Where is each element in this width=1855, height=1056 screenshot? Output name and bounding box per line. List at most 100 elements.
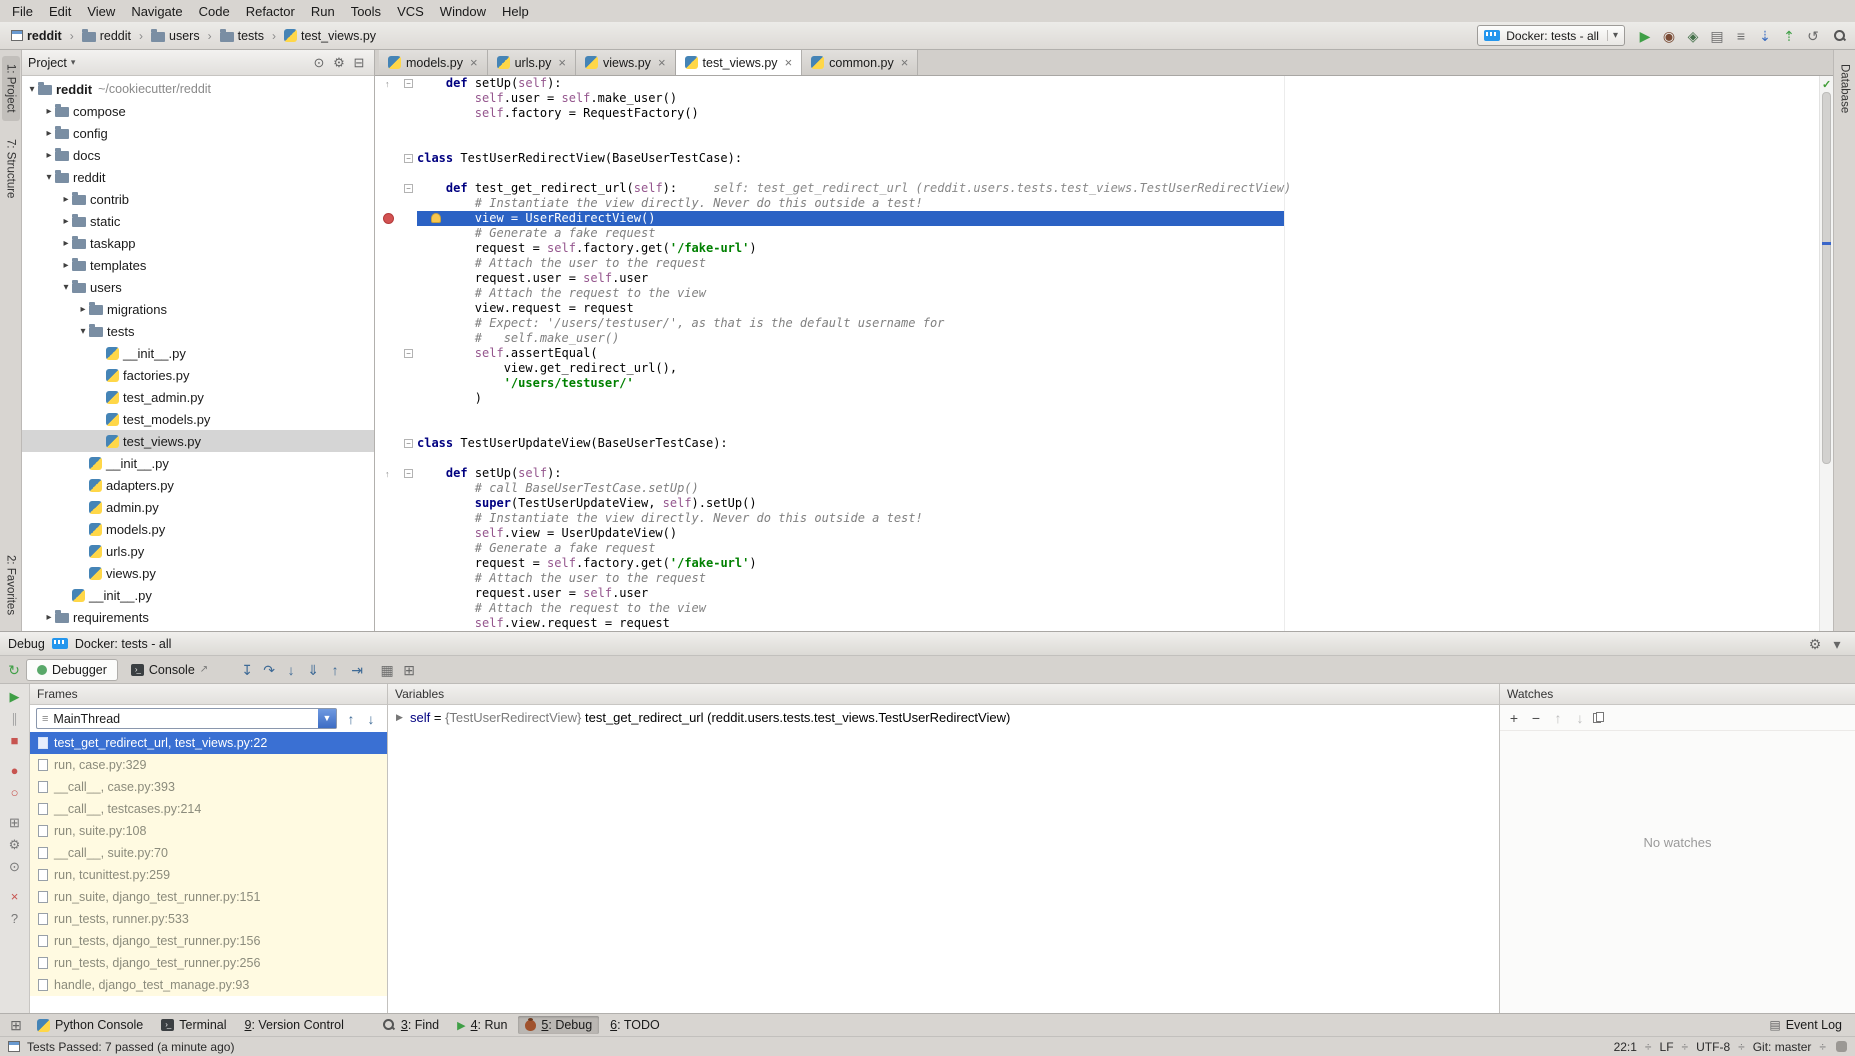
tree-item-contrib[interactable]: ▸contrib [22, 188, 374, 210]
tree-item-models-py[interactable]: models.py [22, 518, 374, 540]
editor-tab-urls-py[interactable]: urls.py× [488, 50, 576, 75]
gutter-cell[interactable] [375, 271, 417, 286]
pause-icon[interactable]: ∥ [5, 710, 25, 727]
tree-toggle-icon[interactable]: ▾ [77, 326, 89, 337]
vcs-update-icon[interactable]: ⇣ [1755, 26, 1775, 46]
next-frame-icon[interactable]: ↓ [361, 709, 381, 729]
frame-item[interactable]: run_tests, django_test_runner.py:256 [30, 952, 387, 974]
gutter-cell[interactable] [375, 451, 417, 466]
add-watch-icon[interactable]: + [1504, 708, 1524, 728]
tree-toggle-icon[interactable]: ▸ [77, 304, 89, 315]
run-icon[interactable]: ▶ [1635, 26, 1655, 46]
tree-toggle-icon[interactable]: ▾ [43, 172, 55, 183]
duplicate-watch-icon[interactable] [1592, 711, 1605, 724]
override-marker-icon[interactable]: ↑ [385, 467, 390, 482]
tree-item-test-models-py[interactable]: test_models.py [22, 408, 374, 430]
editor-tab-views-py[interactable]: views.py× [576, 50, 676, 75]
gutter-cell[interactable] [375, 196, 417, 211]
tool-strip-button-7-structure[interactable]: 7: Structure [2, 131, 20, 206]
frame-item[interactable]: run_tests, django_test_runner.py:156 [30, 930, 387, 952]
tab-debugger[interactable]: Debugger [26, 659, 118, 681]
show-execution-point-icon[interactable]: ↧ [237, 660, 257, 680]
tool-strip-button-database[interactable]: Database [1836, 56, 1854, 121]
toolwindow-button-4-run[interactable]: ▶4: Run [450, 1016, 514, 1034]
tree-item-test-views-py[interactable]: test_views.py [22, 430, 374, 452]
status-widget-22-1[interactable]: 22:1 [1610, 1040, 1641, 1054]
toolwindow-button-3-find[interactable]: 3: Find [375, 1016, 446, 1034]
frame-item[interactable]: handle, django_test_manage.py:93 [30, 974, 387, 996]
menu-item-help[interactable]: Help [494, 2, 537, 21]
inspections-profile-icon[interactable] [1836, 1041, 1847, 1052]
breadcrumb-item-test-views-py[interactable]: test_views.py [281, 28, 379, 44]
tree-toggle-icon[interactable]: ▸ [43, 150, 55, 161]
hide-panel-icon[interactable]: ▾ [1827, 634, 1847, 654]
tree-toggle-icon[interactable]: ▸ [43, 128, 55, 139]
gutter-cell[interactable]: − [375, 346, 417, 361]
tree-item-compose[interactable]: ▸compose [22, 100, 374, 122]
toolwindow-button-9-version-control[interactable]: 9: Version Control [238, 1016, 351, 1034]
tree-item-urls-py[interactable]: urls.py [22, 540, 374, 562]
settings-gear-icon[interactable]: ⚙ [5, 836, 25, 853]
gutter-cell[interactable] [375, 211, 417, 226]
history-icon[interactable]: ↺ [1803, 26, 1823, 46]
fold-icon[interactable]: − [404, 439, 413, 448]
stop-icon[interactable]: ■ [5, 732, 25, 749]
gutter-cell[interactable]: − [375, 436, 417, 451]
gutter-cell[interactable] [375, 601, 417, 616]
gutter-cell[interactable] [375, 571, 417, 586]
tree-item-migrations[interactable]: ▸migrations [22, 298, 374, 320]
close-icon[interactable]: × [5, 888, 25, 905]
step-out-icon[interactable]: ↑ [325, 660, 345, 680]
menu-item-tools[interactable]: Tools [343, 2, 389, 21]
toolwindow-button-event-log[interactable]: ▤Event Log [1762, 1016, 1849, 1034]
tree-item-config[interactable]: ▸config [22, 122, 374, 144]
gutter-cell[interactable] [375, 541, 417, 556]
tree-item-docs[interactable]: ▸docs [22, 144, 374, 166]
override-marker-icon[interactable]: ↑ [385, 77, 390, 92]
tree-item-factories-py[interactable]: factories.py [22, 364, 374, 386]
move-watch-down-icon[interactable]: ↓ [1570, 708, 1590, 728]
tree-item-init-py[interactable]: __init__.py [22, 452, 374, 474]
tree-item-init-py[interactable]: __init__.py [22, 342, 374, 364]
frame-item[interactable]: __call__, suite.py:70 [30, 842, 387, 864]
help-icon[interactable]: ? [5, 910, 25, 927]
gutter-cell[interactable] [375, 301, 417, 316]
gutter-cell[interactable] [375, 526, 417, 541]
gutter-cell[interactable] [375, 121, 417, 136]
editor-tab-models-py[interactable]: models.py× [379, 50, 488, 75]
tab-console[interactable]: Console↗ [120, 659, 219, 681]
fold-icon[interactable]: − [404, 349, 413, 358]
tool-strip-button-2-favorites[interactable]: 2: Favorites [2, 547, 20, 623]
tree-item-adapters-py[interactable]: adapters.py [22, 474, 374, 496]
editor-tab-common-py[interactable]: common.py× [802, 50, 918, 75]
close-tab-icon[interactable]: × [658, 55, 666, 70]
menu-item-view[interactable]: View [79, 2, 123, 21]
close-tab-icon[interactable]: × [558, 55, 566, 70]
restore-layout-icon[interactable]: ⊞ [5, 814, 25, 831]
gutter-cell[interactable]: − [375, 181, 417, 196]
tree-item-users[interactable]: ▾users [22, 276, 374, 298]
gutter-cell[interactable]: − [375, 151, 417, 166]
error-stripe-mark[interactable] [1822, 242, 1831, 245]
pin-icon[interactable]: ⊙ [5, 858, 25, 875]
gutter-cell[interactable] [375, 226, 417, 241]
gutter-cell[interactable] [375, 241, 417, 256]
collapse-all-icon[interactable]: ⊟ [350, 53, 368, 73]
status-widget-utf-8[interactable]: UTF-8 [1692, 1040, 1734, 1054]
resume-icon[interactable]: ▶ [5, 688, 25, 705]
frame-item[interactable]: __call__, testcases.py:214 [30, 798, 387, 820]
tree-toggle-icon[interactable]: ▸ [60, 260, 72, 271]
gutter-cell[interactable] [375, 391, 417, 406]
step-over-icon[interactable]: ↷ [259, 660, 279, 680]
toolwindow-switcher-icon[interactable]: ⊞ [6, 1015, 26, 1035]
debug-bug-icon[interactable]: ◉ [1659, 26, 1679, 46]
gutter-cell[interactable] [375, 376, 417, 391]
settings-gear-icon[interactable]: ⚙ [330, 53, 348, 73]
run-coverage-icon[interactable]: ◈ [1683, 26, 1703, 46]
status-widget-lf[interactable]: LF [1656, 1040, 1678, 1054]
frame-item[interactable]: run, tcunittest.py:259 [30, 864, 387, 886]
fold-icon[interactable]: − [404, 79, 413, 88]
tree-toggle-icon[interactable]: ▸ [43, 106, 55, 117]
profiler-icon[interactable]: ▤ [1707, 26, 1727, 46]
tree-item-reddit[interactable]: ▾reddit~/cookiecutter/reddit [22, 78, 374, 100]
